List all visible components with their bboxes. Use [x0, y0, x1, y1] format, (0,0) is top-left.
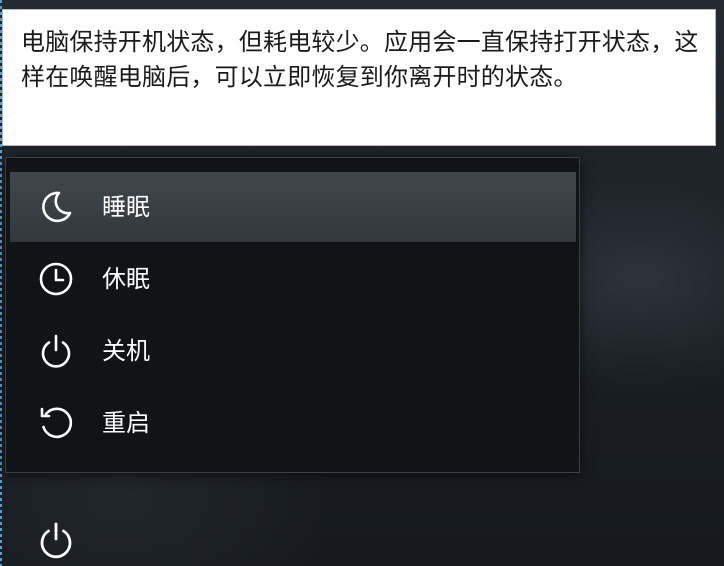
menu-item-restart[interactable]: 重启	[10, 388, 576, 458]
restart-icon	[38, 405, 74, 441]
power-button[interactable]	[36, 520, 76, 560]
power-icon	[40, 522, 72, 559]
menu-item-hibernate[interactable]: 休眠	[10, 244, 576, 314]
moon-icon	[38, 189, 74, 225]
menu-item-label: 休眠	[102, 265, 150, 293]
tooltip-text: 电脑保持开机状态，但耗电较少。应用会一直保持打开状态，这样在唤醒电脑后，可以立即…	[21, 28, 699, 91]
power-icon	[38, 333, 74, 369]
sleep-tooltip: 电脑保持开机状态，但耗电较少。应用会一直保持打开状态，这样在唤醒电脑后，可以立即…	[2, 9, 716, 146]
menu-item-label: 睡眠	[102, 193, 150, 221]
menu-item-shutdown[interactable]: 关机	[10, 316, 576, 386]
power-menu: 睡眠 休眠 关机 重启	[5, 157, 580, 473]
menu-item-label: 重启	[102, 409, 150, 437]
menu-item-sleep[interactable]: 睡眠	[10, 172, 576, 242]
menu-item-label: 关机	[102, 337, 150, 365]
clock-icon	[38, 261, 74, 297]
